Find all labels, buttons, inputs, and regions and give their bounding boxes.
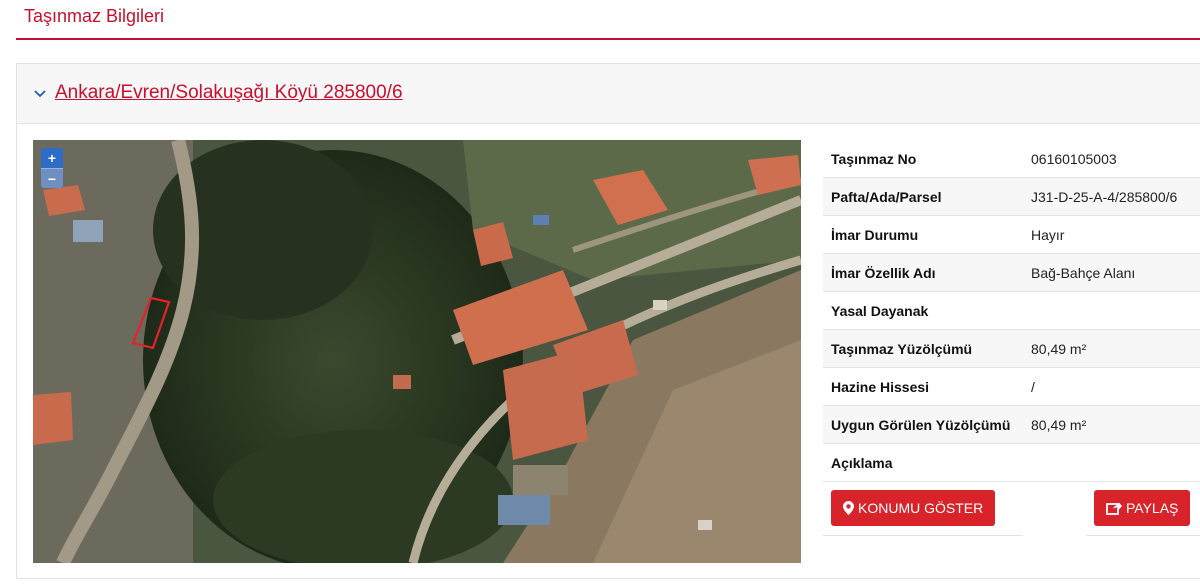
panel-header[interactable]: Ankara/Evren/Solakuşağı Köyü 285800/6: [17, 64, 1200, 124]
info-label: Uygun Görülen Yüzölçümü: [831, 417, 1011, 433]
info-row-pafta-ada-parsel: Pafta/Ada/Parsel J31-D-25-A-4/285800/6: [823, 178, 1200, 216]
zoom-out-button[interactable]: −: [41, 168, 63, 188]
share-button[interactable]: PAYLAŞ: [1094, 490, 1191, 526]
info-row-tasinmaz-yuzolcumu: Taşınmaz Yüzölçümü 80,49 m²: [823, 330, 1200, 368]
info-value: /: [1031, 379, 1035, 395]
info-row-imar-durumu: İmar Durumu Hayır: [823, 216, 1200, 254]
share-label: PAYLAŞ: [1126, 500, 1179, 516]
show-location-label: KONUMU GÖSTER: [858, 500, 984, 516]
property-info-table: Taşınmaz No 06160105003 Pafta/Ada/Parsel…: [823, 140, 1200, 538]
info-value: 80,49 m²: [1031, 417, 1087, 433]
info-label: İmar Durumu: [831, 227, 919, 243]
info-label: Taşınmaz No: [831, 151, 917, 167]
chevron-down-icon[interactable]: [33, 83, 49, 103]
action-row: KONUMU GÖSTER PAYLAŞ: [823, 482, 1200, 538]
map-imagery: [33, 140, 801, 563]
page-title: Taşınmaz Bilgileri: [24, 6, 165, 26]
zoom-control: + −: [41, 148, 63, 188]
divider: [1086, 535, 1200, 536]
info-row-aciklama: Açıklama: [823, 444, 1200, 482]
property-location-link[interactable]: Ankara/Evren/Solakuşağı Köyü 285800/6: [55, 81, 403, 105]
info-row-tasinmaz-no: Taşınmaz No 06160105003: [823, 140, 1200, 178]
info-row-yasal-dayanak: Yasal Dayanak: [823, 292, 1200, 330]
satellite-map[interactable]: + −: [33, 140, 801, 563]
info-value: Bağ-Bahçe Alanı: [1031, 265, 1136, 281]
info-value: J31-D-25-A-4/285800/6: [1031, 189, 1178, 205]
info-label: Taşınmaz Yüzölçümü: [831, 341, 973, 357]
divider: [823, 535, 1023, 536]
zoom-in-button[interactable]: +: [41, 148, 63, 168]
info-value: Hayır: [1031, 227, 1065, 243]
info-label: Hazine Hissesi: [831, 379, 930, 395]
show-location-button[interactable]: KONUMU GÖSTER: [831, 490, 996, 526]
info-label: İmar Özellik Adı: [831, 265, 936, 281]
page-header: Taşınmaz Bilgileri: [24, 4, 164, 38]
info-value: 80,49 m²: [1031, 341, 1087, 357]
info-row-imar-ozellik-adi: İmar Özellik Adı Bağ-Bahçe Alanı: [823, 254, 1200, 292]
info-label: Açıklama: [831, 455, 893, 471]
info-row-hazine-hissesi: Hazine Hissesi /: [823, 368, 1200, 406]
info-label: Yasal Dayanak: [831, 303, 929, 319]
property-panel: Ankara/Evren/Solakuşağı Köyü 285800/6 + …: [16, 63, 1200, 579]
map-marker-icon: [843, 501, 854, 516]
header-divider: [16, 38, 1200, 40]
info-value: 06160105003: [1031, 151, 1117, 167]
info-row-uygun-gorulen-yuzolcumu: Uygun Görülen Yüzölçümü 80,49 m²: [823, 406, 1200, 444]
share-icon: [1106, 502, 1122, 516]
info-label: Pafta/Ada/Parsel: [831, 189, 942, 205]
